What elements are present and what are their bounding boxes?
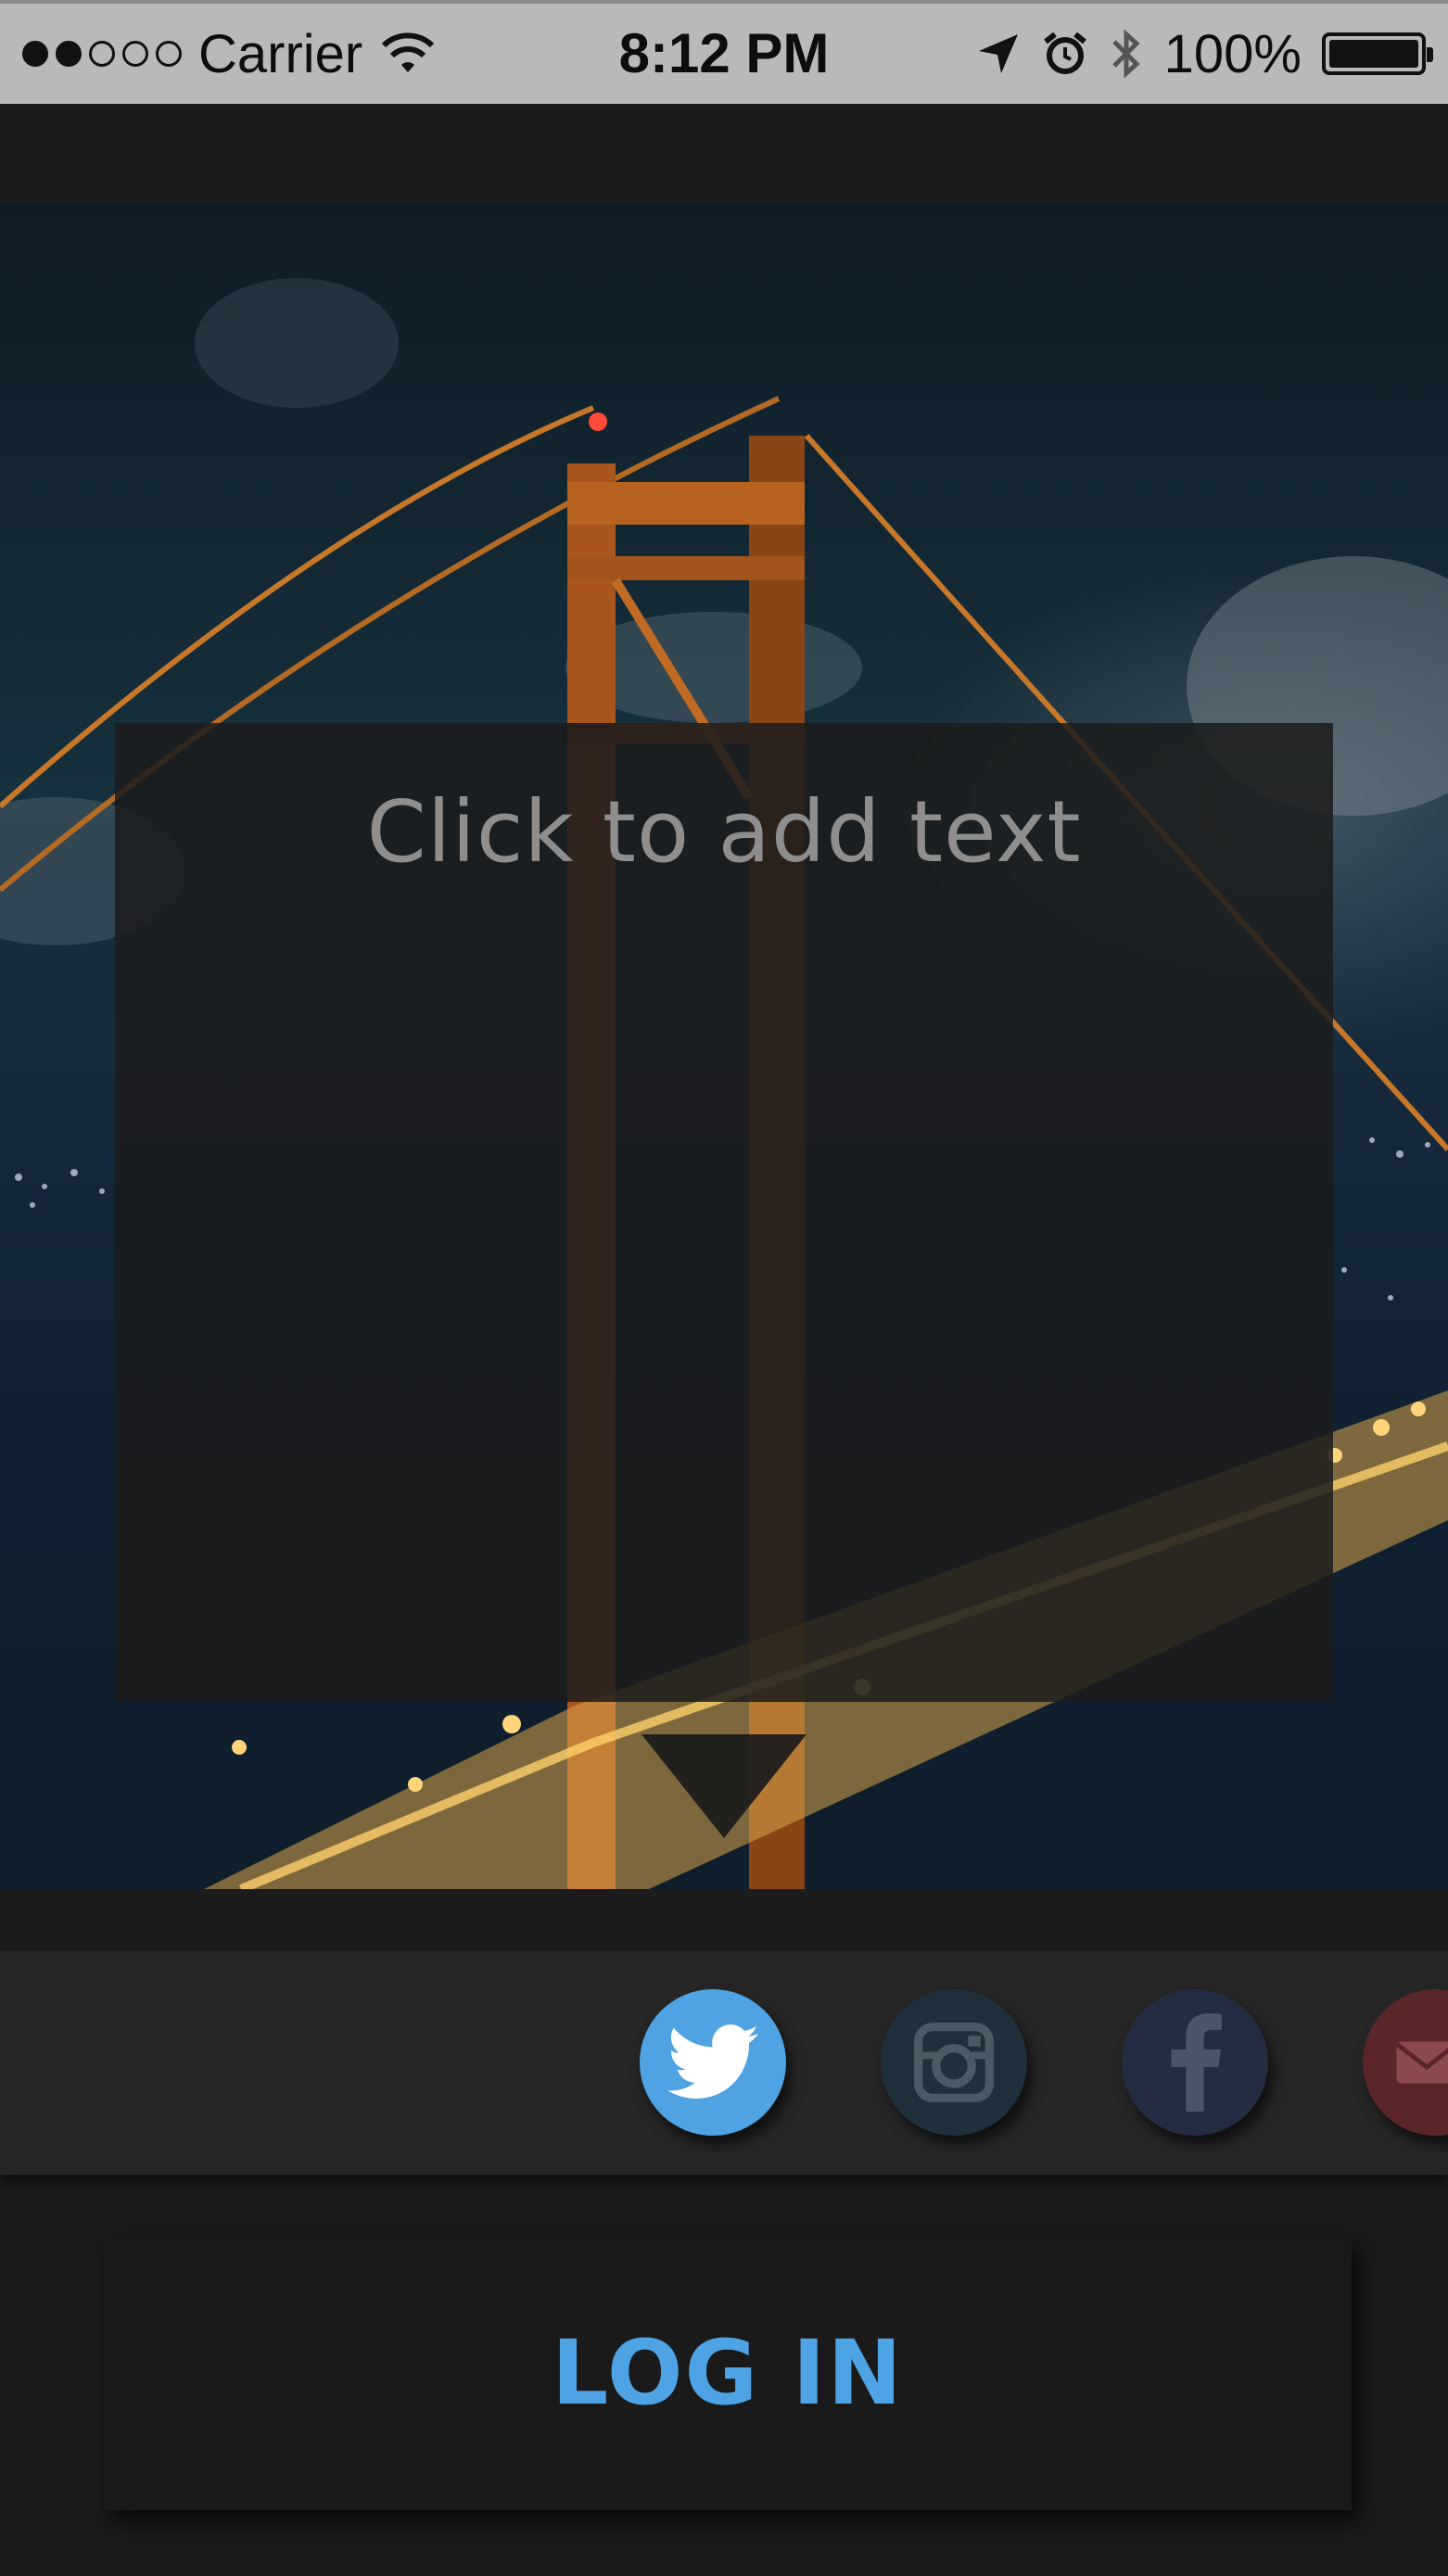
text-card[interactable]: Click to add text — [115, 723, 1333, 1702]
mail-icon — [1394, 2041, 1448, 2084]
login-button[interactable]: LOG IN — [104, 2236, 1352, 2510]
top-nav-bar — [0, 104, 1448, 206]
twitter-button[interactable] — [640, 1989, 786, 2136]
instagram-icon — [914, 2023, 994, 2102]
instagram-button[interactable] — [881, 1989, 1027, 2136]
bluetooth-icon — [1111, 29, 1140, 79]
alarm-icon — [1043, 32, 1086, 74]
location-arrow-icon — [978, 34, 1018, 73]
battery-icon — [1322, 32, 1433, 75]
status-bar: Carrier 8:12 PM 100% — [0, 0, 1448, 104]
social-share-bar — [0, 1950, 1448, 2175]
facebook-icon — [1171, 2013, 1222, 2112]
divider-band — [0, 1889, 1448, 1950]
add-text-placeholder[interactable]: Click to add text — [115, 782, 1333, 882]
mail-button[interactable] — [1363, 1989, 1448, 2136]
card-pointer — [641, 1734, 807, 1838]
status-right: 100% — [975, 4, 1433, 104]
facebook-button[interactable] — [1122, 1989, 1268, 2136]
twitter-icon — [667, 2024, 759, 2099]
battery-percent: 100% — [1163, 23, 1302, 84]
